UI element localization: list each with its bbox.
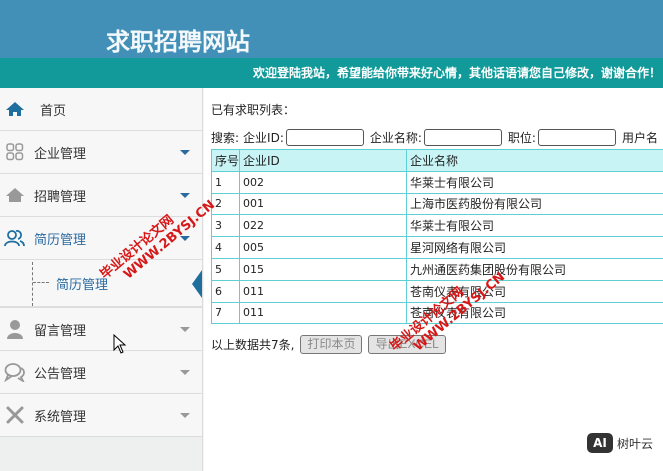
main-content: 已有求职列表： 搜索: 企业ID: 企业名称: 职位: 用户名 序号 企业ID … — [204, 88, 663, 471]
sidebar: 首页 企业管理 招聘管理 简历管理 简历管理 留言管理 公告管理 系统管理 — [0, 88, 203, 471]
company-id-cell: 001 — [239, 192, 407, 216]
resume-table: 序号 企业ID 企业名称 1 002 华莱士有限公司 2 001 上海市医药股份有限公司 3… — [211, 149, 663, 325]
position-input[interactable] — [537, 129, 616, 146]
company-id-cell: 022 — [239, 214, 407, 238]
row-index-cell: 1 — [211, 170, 240, 194]
chevron-down-icon — [180, 236, 190, 241]
table-row: 6 011 苍南仪表有限公司 — [211, 279, 663, 303]
sidebar-subitem-label: 简历管理 — [56, 278, 109, 293]
row-index-cell: 4 — [211, 236, 240, 259]
company-id-input[interactable] — [285, 129, 364, 146]
company-name-input[interactable] — [423, 129, 502, 146]
company-id-cell: 011 — [239, 301, 407, 325]
company-id-cell: 015 — [239, 257, 407, 281]
welcome-banner: 欢迎登陆我站，希望能给你带来好心情，其他话语请您自己修改，谢谢合作！ — [0, 58, 663, 88]
row-index-cell: 5 — [211, 257, 240, 281]
site-title: 求职招聘网站 — [106, 27, 250, 56]
table-row: 4 005 星河网络有限公司 — [211, 236, 663, 259]
tools-icon — [4, 404, 26, 426]
company-name-cell: 苍南仪表有限公司 — [406, 279, 663, 303]
sidebar-item-system[interactable]: 系统管理 — [0, 394, 202, 437]
sidebar-item-label: 系统管理 — [34, 409, 87, 425]
company-name-cell: 星河网络有限公司 — [406, 236, 663, 259]
corner-badge: AI 树叶云 — [586, 433, 653, 453]
table-header-row: 序号 企业ID 企业名称 — [211, 149, 663, 172]
sidebar-item-messages[interactable]: 留言管理 — [0, 308, 202, 351]
mouse-cursor-icon — [113, 334, 127, 354]
sidebar-subitem-resume[interactable]: 简历管理 — [0, 260, 202, 308]
chevron-down-icon — [180, 193, 190, 198]
chat-icon — [4, 361, 26, 383]
company-name-cell: 华莱士有限公司 — [406, 214, 663, 238]
sidebar-item-label: 首页 — [40, 103, 67, 119]
company-name-cell: 上海市医药股份有限公司 — [406, 192, 663, 216]
company-id-cell: 005 — [239, 236, 407, 259]
table-row: 2 001 上海市医药股份有限公司 — [211, 192, 663, 216]
table-row: 7 011 苍南仪表有限公司 — [211, 301, 663, 325]
company-id-cell: 011 — [239, 279, 407, 303]
sidebar-item-label: 招聘管理 — [34, 189, 87, 205]
row-index-cell: 3 — [211, 214, 240, 238]
chevron-down-icon — [180, 327, 190, 332]
house-icon — [4, 184, 26, 206]
table-row: 5 015 九州通医药集团股份有限公司 — [211, 257, 663, 281]
chevron-down-icon — [180, 150, 190, 155]
row-index-cell: 7 — [211, 301, 240, 325]
list-title: 已有求职列表： — [211, 103, 296, 117]
sidebar-item-label: 简历管理 — [34, 232, 87, 248]
column-header: 企业ID — [239, 149, 407, 172]
search-label: 搜索: — [211, 131, 240, 145]
sidebar-item-label: 企业管理 — [34, 146, 87, 162]
users-icon — [4, 227, 26, 249]
search-bar: 搜索: 企业ID: 企业名称: 职位: 用户名 — [211, 129, 658, 146]
record-count: 以上数据共7条, — [211, 338, 295, 352]
chevron-down-icon — [180, 370, 190, 375]
ai-logo: AI — [586, 433, 613, 453]
column-header: 序号 — [211, 149, 240, 172]
company-name-cell: 苍南仪表有限公司 — [406, 301, 663, 325]
user-icon — [4, 318, 26, 340]
row-index-cell: 2 — [211, 192, 240, 216]
badge-text: 树叶云 — [616, 436, 653, 451]
sidebar-item-label: 留言管理 — [34, 323, 87, 339]
table-footer: 以上数据共7条, 打印本页 导出EXCEL — [211, 335, 446, 354]
home-icon — [4, 98, 26, 120]
column-header: 企业名称 — [406, 149, 663, 172]
tree-branch — [33, 282, 49, 283]
header: 求职招聘网站 — [0, 0, 663, 58]
sidebar-item-home[interactable]: 首页 — [0, 88, 202, 131]
company-id-label: 企业ID: — [243, 131, 284, 145]
table-row: 1 002 华莱士有限公司 — [211, 170, 663, 194]
tree-line — [32, 262, 33, 306]
position-label: 职位: — [507, 131, 536, 145]
company-name-cell: 华莱士有限公司 — [406, 170, 663, 194]
company-name-cell: 九州通医药集团股份有限公司 — [406, 257, 663, 281]
username-label: 用户名 — [621, 131, 658, 145]
company-id-cell: 002 — [239, 170, 407, 194]
row-index-cell: 6 — [211, 279, 240, 303]
company-name-label: 企业名称: — [369, 131, 422, 145]
grid-icon — [4, 141, 26, 163]
sidebar-item-resume[interactable]: 简历管理 — [0, 217, 202, 260]
active-pointer-icon — [192, 270, 202, 298]
table-row: 3 022 华莱士有限公司 — [211, 214, 663, 238]
export-excel-button[interactable]: 导出EXCEL — [368, 335, 446, 354]
sidebar-item-company[interactable]: 企业管理 — [0, 131, 202, 174]
sidebar-item-notices[interactable]: 公告管理 — [0, 351, 202, 394]
sidebar-item-recruit[interactable]: 招聘管理 — [0, 174, 202, 217]
print-button[interactable]: 打印本页 — [300, 335, 363, 354]
chevron-down-icon — [180, 413, 190, 418]
sidebar-item-label: 公告管理 — [34, 366, 87, 382]
